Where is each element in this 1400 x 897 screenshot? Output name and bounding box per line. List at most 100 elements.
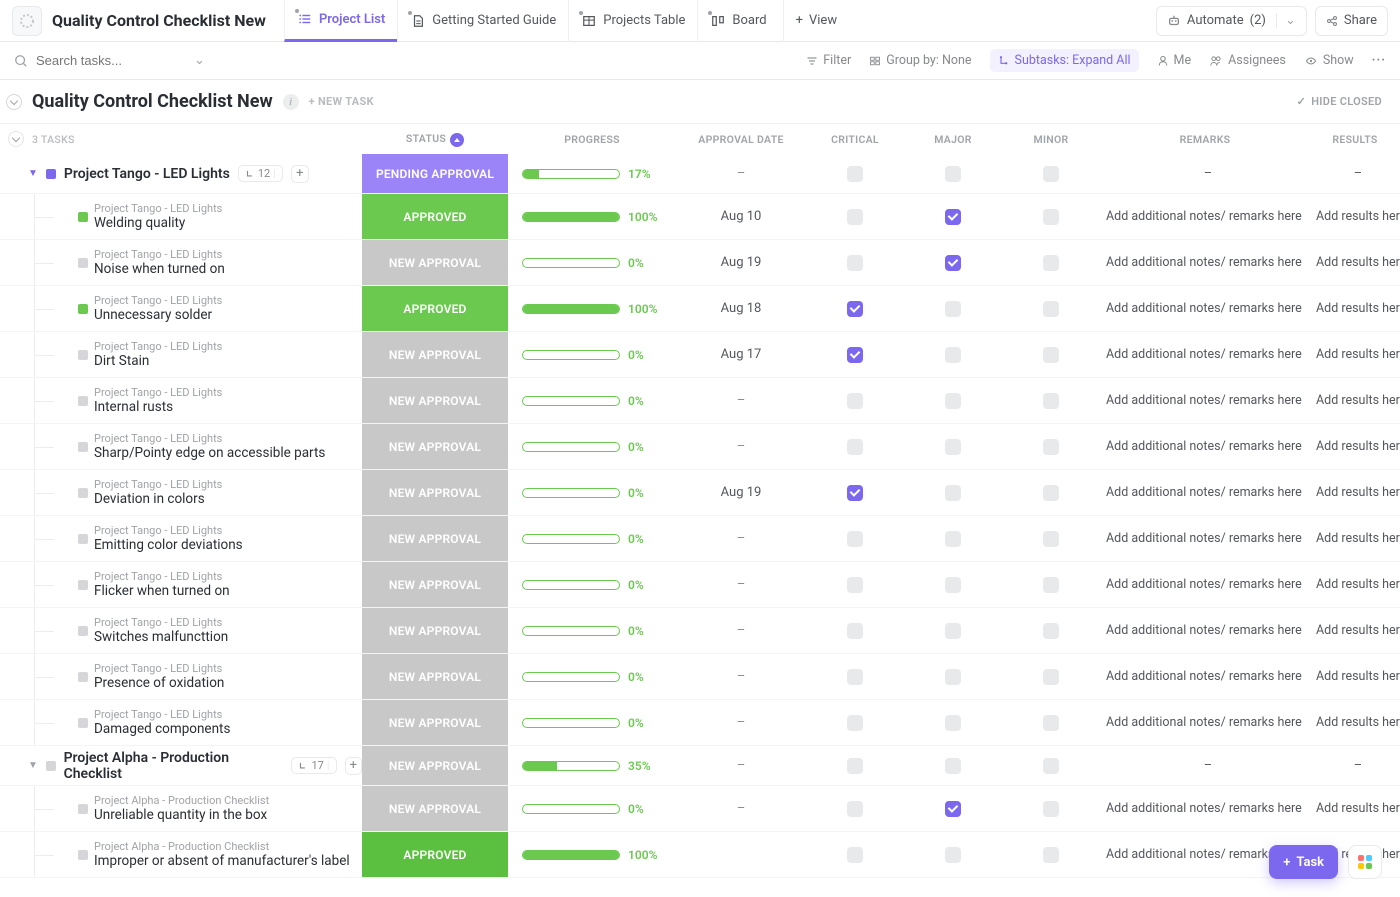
status-cell[interactable]: NEW APPROVAL <box>362 562 508 607</box>
status-cell[interactable]: APPROVED <box>362 286 508 331</box>
remarks-cell[interactable]: Add additional notes/ remarks here <box>1100 255 1310 270</box>
task-row[interactable]: Project Alpha - Production ChecklistUnre… <box>0 786 1400 832</box>
results-cell[interactable]: Add results here <box>1310 393 1400 408</box>
checkbox[interactable] <box>847 166 863 182</box>
remarks-cell[interactable]: Add additional notes/ remarks here <box>1100 801 1310 816</box>
checkbox[interactable] <box>945 847 961 863</box>
me-button[interactable]: Me <box>1157 53 1192 68</box>
checkbox[interactable] <box>847 439 863 455</box>
checkbox[interactable] <box>945 485 961 501</box>
status-cell[interactable]: NEW APPROVAL <box>362 608 508 653</box>
checkbox[interactable] <box>945 758 961 774</box>
checkbox[interactable] <box>1043 715 1059 731</box>
checkbox[interactable] <box>1043 209 1059 225</box>
approval-date[interactable]: – <box>676 393 806 408</box>
checkbox[interactable] <box>945 623 961 639</box>
approval-date[interactable]: Aug 17 <box>676 347 806 362</box>
checkbox[interactable] <box>1043 758 1059 774</box>
results-cell[interactable]: Add results here <box>1310 715 1400 730</box>
workspace-menu-button[interactable] <box>12 6 42 36</box>
approval-date[interactable]: – <box>676 531 806 546</box>
show-button[interactable]: Show <box>1304 53 1354 68</box>
results-cell[interactable]: Add results here <box>1310 669 1400 684</box>
results-cell[interactable]: Add results here <box>1310 801 1400 816</box>
automate-button[interactable]: Automate (2) ⌄ <box>1156 6 1307 36</box>
checkbox[interactable] <box>1043 669 1059 685</box>
checkbox[interactable] <box>945 166 961 182</box>
checkbox[interactable] <box>1043 393 1059 409</box>
task-row[interactable]: Project Tango - LED LightsEmitting color… <box>0 516 1400 562</box>
task-row[interactable]: Project Tango - LED LightsWelding qualit… <box>0 194 1400 240</box>
approval-date[interactable]: Aug 10 <box>676 209 806 224</box>
task-row[interactable]: Project Tango - LED LightsDeviation in c… <box>0 470 1400 516</box>
results-cell[interactable]: Add results here <box>1310 485 1400 500</box>
remarks-cell[interactable]: – <box>1100 166 1310 181</box>
status-cell[interactable]: NEW APPROVAL <box>362 332 508 377</box>
checkbox[interactable] <box>945 577 961 593</box>
checkbox[interactable] <box>847 209 863 225</box>
task-row[interactable]: Project Tango - LED LightsDamaged compon… <box>0 700 1400 746</box>
checkbox[interactable] <box>945 255 961 271</box>
remarks-cell[interactable]: Add additional notes/ remarks here <box>1100 623 1310 638</box>
checkbox[interactable] <box>1043 439 1059 455</box>
checkbox[interactable] <box>945 301 961 317</box>
remarks-cell[interactable]: Add additional notes/ remarks here <box>1100 715 1310 730</box>
checkbox[interactable] <box>1043 301 1059 317</box>
task-row[interactable]: Project Tango - LED LightsSharp/Pointy e… <box>0 424 1400 470</box>
results-cell[interactable]: Add results here <box>1310 577 1400 592</box>
checkbox[interactable] <box>945 209 961 225</box>
subtask-count-badge[interactable]: 17 | <box>291 757 336 774</box>
column-results[interactable]: RESULTS <box>1310 133 1400 146</box>
share-button[interactable]: Share <box>1315 6 1388 36</box>
column-approval-date[interactable]: APPROVAL DATE <box>676 133 806 146</box>
approval-date[interactable]: – <box>676 715 806 730</box>
task-row[interactable]: Project Tango - LED LightsPresence of ox… <box>0 654 1400 700</box>
column-major[interactable]: MAJOR <box>904 133 1002 146</box>
checkbox[interactable] <box>847 301 863 317</box>
checkbox[interactable] <box>847 347 863 363</box>
column-minor[interactable]: MINOR <box>1002 133 1100 146</box>
status-cell[interactable]: NEW APPROVAL <box>362 470 508 515</box>
remarks-cell[interactable]: Add additional notes/ remarks here <box>1100 485 1310 500</box>
checkbox[interactable] <box>1043 847 1059 863</box>
status-cell[interactable]: NEW APPROVAL <box>362 516 508 561</box>
approval-date[interactable]: – <box>676 439 806 454</box>
add-subtask-button[interactable]: + <box>345 757 362 775</box>
results-cell[interactable]: – <box>1310 758 1400 773</box>
status-cell[interactable]: NEW APPROVAL <box>362 654 508 699</box>
more-menu-button[interactable]: ··· <box>1372 53 1386 68</box>
status-cell[interactable]: APPROVED <box>362 832 508 877</box>
checkbox[interactable] <box>847 623 863 639</box>
groupby-button[interactable]: Group by: None <box>869 53 971 68</box>
approval-date[interactable]: Aug 18 <box>676 301 806 316</box>
task-row[interactable]: Project Tango - LED LightsSwitches malfu… <box>0 608 1400 654</box>
column-status[interactable]: STATUS <box>362 132 508 147</box>
approval-date[interactable]: Aug 19 <box>676 485 806 500</box>
remarks-cell[interactable]: – <box>1100 758 1310 773</box>
checkbox[interactable] <box>945 715 961 731</box>
approval-date[interactable]: – <box>676 801 806 816</box>
results-cell[interactable]: – <box>1310 166 1400 181</box>
checkbox[interactable] <box>847 393 863 409</box>
checkbox[interactable] <box>1043 166 1059 182</box>
collapse-toggle[interactable] <box>6 94 22 110</box>
subtask-count-badge[interactable]: 12 | <box>238 165 283 182</box>
status-cell[interactable]: NEW APPROVAL <box>362 424 508 469</box>
group-row[interactable]: ▼Project Alpha - Production Checklist17 … <box>0 746 1400 786</box>
new-task-fab[interactable]: + Task <box>1269 845 1338 879</box>
results-cell[interactable]: Add results here <box>1310 623 1400 638</box>
task-row[interactable]: Project Tango - LED LightsFlicker when t… <box>0 562 1400 608</box>
results-cell[interactable]: Add results here <box>1310 209 1400 224</box>
chevron-down-icon[interactable]: ⌄ <box>194 53 205 68</box>
checkbox[interactable] <box>1043 623 1059 639</box>
checkbox[interactable] <box>1043 577 1059 593</box>
checkbox[interactable] <box>945 347 961 363</box>
approval-date[interactable]: – <box>676 577 806 592</box>
search-input[interactable] <box>36 53 186 68</box>
column-critical[interactable]: CRITICAL <box>806 133 904 146</box>
remarks-cell[interactable]: Add additional notes/ remarks here <box>1100 669 1310 684</box>
task-row[interactable]: Project Alpha - Production ChecklistImpr… <box>0 832 1400 878</box>
checkbox[interactable] <box>945 531 961 547</box>
checkbox[interactable] <box>847 847 863 863</box>
checkbox[interactable] <box>945 439 961 455</box>
